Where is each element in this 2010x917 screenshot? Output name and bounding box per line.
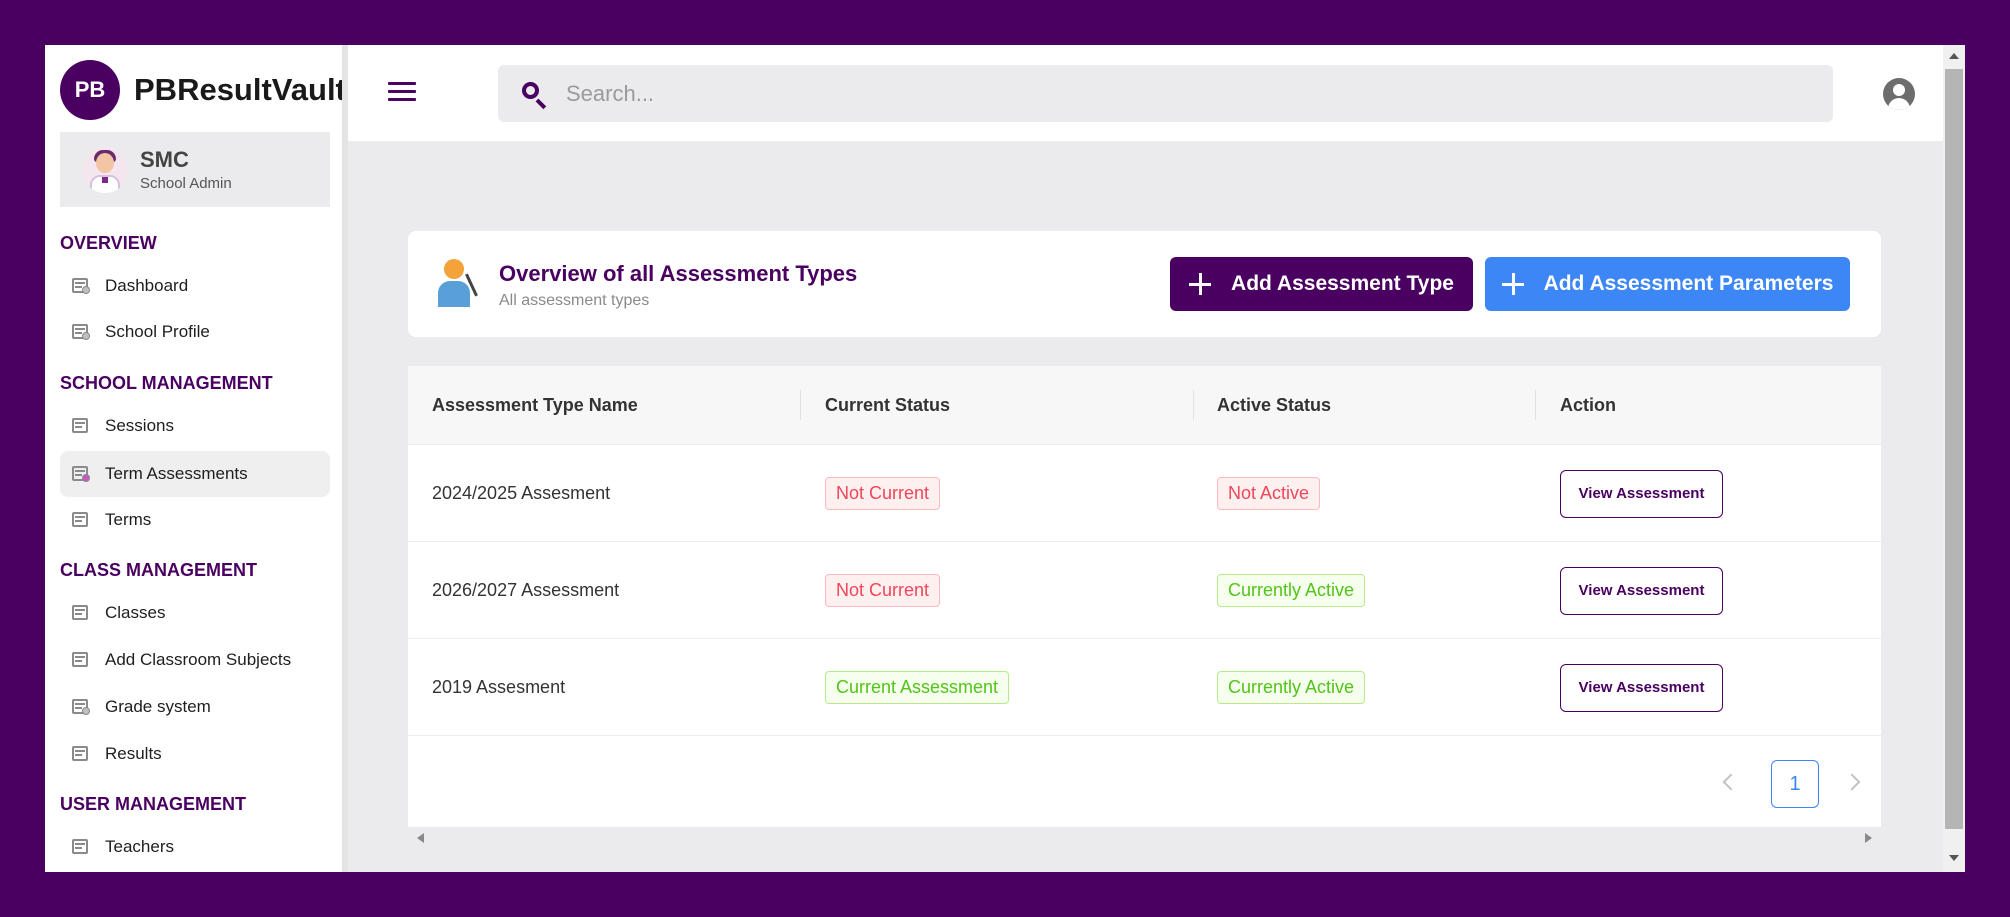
table-row: 2019 Assesment Current Assessment Curren…: [408, 639, 1881, 736]
status-badge: Currently Active: [1217, 671, 1366, 704]
pagination-next-icon[interactable]: [1843, 773, 1861, 791]
teacher-icon: [70, 836, 92, 858]
status-badge: Not Active: [1217, 477, 1321, 510]
sidebar-item-school-profile[interactable]: School Profile: [60, 309, 330, 355]
sidebar-item-label: Results: [105, 744, 162, 763]
sidebar-item-grade-system[interactable]: Grade system: [60, 684, 330, 730]
sidebar-item-label: Dashboard: [105, 276, 189, 295]
table-row: 2024/2025 Assesment Not Current Not Acti…: [408, 445, 1881, 542]
sidebar-item-label: Term Assessments: [105, 464, 248, 483]
school-profile-icon: [70, 321, 92, 343]
grade-icon: [70, 696, 92, 718]
add-assessment-type-button[interactable]: Add Assessment Type: [1170, 257, 1473, 311]
sidebar: PB PBResultVault SMC School Admin OVERVI…: [45, 45, 346, 872]
section-title-school-management: SCHOOL MANAGEMENT: [60, 373, 273, 393]
scroll-right-icon[interactable]: [1865, 833, 1872, 843]
teacher-idea-icon: [436, 259, 480, 307]
subjects-icon: [70, 649, 92, 671]
scroll-left-icon[interactable]: [417, 833, 424, 843]
table-horizontal-scrollbar[interactable]: [408, 827, 1881, 849]
view-assessment-button[interactable]: View Assessment: [1560, 469, 1723, 518]
status-badge: Currently Active: [1217, 574, 1366, 607]
search-box[interactable]: [498, 65, 1833, 122]
scrollbar-thumb[interactable]: [1945, 69, 1963, 829]
plus-icon: [1501, 273, 1524, 295]
assessment-types-table: Assessment Type Name Current Status Acti…: [408, 366, 1881, 827]
assessment-icon: [70, 463, 92, 485]
sidebar-item-results[interactable]: Results: [60, 731, 330, 777]
assessment-name: 2019 Assesment: [432, 677, 566, 697]
scroll-up-icon[interactable]: [1949, 53, 1959, 59]
dashboard-icon: [70, 275, 92, 297]
button-label: Add Assessment Parameters: [1543, 272, 1834, 295]
column-header-active-status: Active Status: [1217, 395, 1332, 415]
page-subtitle: All assessment types: [499, 292, 650, 309]
user-card[interactable]: SMC School Admin: [60, 132, 330, 207]
sidebar-scrollbar[interactable]: [342, 45, 348, 872]
assessment-name: 2024/2025 Assesment: [432, 483, 611, 503]
search-input[interactable]: [566, 80, 1766, 107]
view-assessment-button[interactable]: View Assessment: [1560, 566, 1723, 615]
page-header-card: Overview of all Assessment Types All ass…: [408, 231, 1881, 337]
button-label: Add Assessment Type: [1231, 272, 1454, 295]
brand[interactable]: PB PBResultVault: [60, 60, 346, 120]
column-header-action: Action: [1560, 395, 1616, 415]
results-icon: [70, 743, 92, 765]
sidebar-item-label: Grade system: [105, 697, 211, 716]
avatar: [82, 146, 128, 193]
sidebar-item-label: Sessions: [105, 416, 174, 435]
sidebar-item-label: Terms: [105, 510, 152, 529]
section-title-class-management: CLASS MANAGEMENT: [60, 560, 257, 580]
brand-logo: PB: [60, 60, 120, 120]
scroll-down-icon[interactable]: [1949, 855, 1959, 861]
sidebar-item-label: Classes: [105, 603, 166, 622]
section-title-user-management: USER MANAGEMENT: [60, 794, 247, 814]
classroom-icon: [70, 602, 92, 624]
view-assessment-button[interactable]: View Assessment: [1560, 663, 1723, 712]
sidebar-item-terms[interactable]: Terms: [60, 497, 330, 543]
status-badge: Current Assessment: [825, 671, 1010, 704]
sidebar-item-label: Teachers: [105, 837, 174, 856]
sidebar-item-term-assessments[interactable]: Term Assessments: [60, 451, 330, 497]
page-title: Overview of all Assessment Types: [499, 261, 858, 286]
column-header-name: Assessment Type Name: [432, 395, 638, 415]
sidebar-item-dashboard[interactable]: Dashboard: [60, 263, 330, 309]
table-row: 2026/2027 Assessment Not Current Current…: [408, 542, 1881, 639]
sidebar-item-classes[interactable]: Classes: [60, 590, 330, 636]
search-icon: [520, 80, 548, 109]
table-header: Assessment Type Name Current Status Acti…: [408, 366, 1881, 445]
account-icon[interactable]: [1883, 78, 1915, 110]
assessment-name: 2026/2027 Assessment: [432, 580, 620, 600]
user-role: School Admin: [140, 175, 232, 192]
calendar-icon: [70, 415, 92, 437]
sidebar-item-sessions[interactable]: Sessions: [60, 403, 330, 449]
column-header-current-status: Current Status: [825, 395, 951, 415]
topbar: [348, 45, 1943, 141]
plus-icon: [1189, 273, 1212, 295]
sidebar-item-label: School Profile: [105, 322, 210, 341]
status-badge: Not Current: [825, 477, 941, 510]
sidebar-item-label: Add Classroom Subjects: [105, 650, 292, 669]
add-assessment-parameters-button[interactable]: Add Assessment Parameters: [1485, 257, 1850, 311]
menu-icon[interactable]: [388, 82, 416, 104]
pagination-prev-icon[interactable]: [1722, 773, 1740, 791]
app-window: PB PBResultVault SMC School Admin OVERVI…: [45, 45, 1965, 872]
sidebar-item-teachers[interactable]: Teachers: [60, 824, 330, 870]
calendar-icon: [70, 509, 92, 531]
status-badge: Not Current: [825, 574, 941, 607]
pagination-page[interactable]: 1: [1771, 760, 1819, 808]
page-scrollbar[interactable]: [1943, 45, 1965, 872]
brand-name: PBResultVault: [134, 72, 346, 107]
section-title-overview: OVERVIEW: [60, 233, 157, 253]
sidebar-item-add-classroom-subjects[interactable]: Add Classroom Subjects: [60, 637, 330, 683]
user-name: SMC: [140, 147, 189, 172]
